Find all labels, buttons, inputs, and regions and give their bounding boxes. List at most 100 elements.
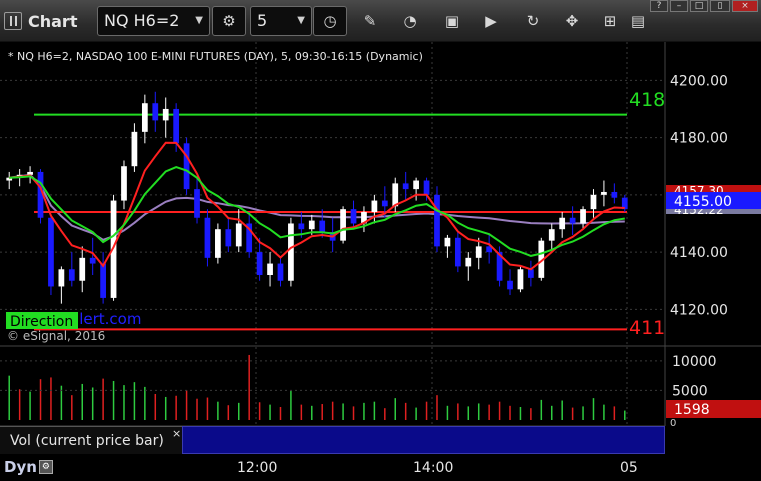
watermark-text: alert.com: [70, 310, 141, 328]
time-axis: Dyn ⚙ 12:00 14:00 05: [0, 454, 761, 481]
chart-canvas[interactable]: * NQ H6=2, NASDAQ 100 E-MINI FUTURES (DA…: [0, 42, 761, 426]
price-tick-label: 4180.00: [670, 131, 728, 147]
candle-body: [308, 220, 315, 230]
candle-body: [152, 103, 159, 121]
gear-icon: ⚙: [222, 12, 236, 30]
tools-icon[interactable]: ✥: [560, 10, 584, 32]
candle-body: [569, 217, 576, 224]
refresh-icon[interactable]: ↻: [521, 10, 545, 32]
volume-badge: 1598: [674, 402, 710, 418]
candle-body: [235, 223, 242, 247]
candle-body: [225, 229, 232, 247]
candle-body: [194, 189, 200, 218]
app-title: Chart: [28, 11, 78, 31]
watermark-label: Direction: [10, 314, 73, 330]
chevron-down-icon: ▼: [195, 15, 203, 26]
window-tile-button[interactable]: ▯: [710, 0, 730, 12]
candle-body: [548, 229, 555, 241]
candle-body: [131, 131, 138, 167]
window-grip-icon[interactable]: [4, 12, 22, 30]
candle-body: [423, 180, 430, 195]
window-minimize-button[interactable]: –: [670, 0, 688, 12]
candle-body: [319, 220, 326, 233]
close-icon[interactable]: ×: [172, 427, 181, 440]
volume-tick-label: 10000: [672, 354, 717, 370]
candle-body: [68, 269, 75, 281]
candle-body: [204, 217, 211, 258]
chart-header: * NQ H6=2, NASDAQ 100 E-MINI FUTURES (DA…: [8, 50, 423, 63]
candle-body: [413, 180, 419, 190]
candle-body: [434, 194, 440, 247]
symbol-settings-button[interactable]: ⚙: [212, 6, 246, 36]
candle-body: [611, 191, 618, 198]
interval-value: 5: [257, 11, 268, 30]
symbol-value: NQ H6=2: [104, 11, 180, 30]
candle-body: [590, 194, 597, 210]
study-gauge-icon[interactable]: ◔: [398, 10, 422, 32]
candle-body: [215, 229, 221, 258]
clock-icon: ◷: [323, 12, 337, 30]
candle-body: [517, 269, 524, 290]
candle-body: [277, 263, 284, 281]
watermark-text-suffix: alert.com: [70, 310, 141, 328]
candle-body: [350, 209, 357, 224]
price-tick-label: 4120.00: [670, 302, 728, 318]
dyn-settings-icon[interactable]: ⚙: [38, 460, 53, 474]
play-icon[interactable]: ▶: [479, 10, 503, 32]
volume-study-bar: Vol (current price bar) ×: [0, 426, 665, 454]
candle-body: [444, 237, 451, 247]
price-tick-label: 4200.00: [670, 73, 728, 89]
candle-body: [121, 166, 127, 201]
candle-body: [288, 223, 294, 281]
draw-pencil-icon[interactable]: ✎: [358, 10, 382, 32]
candle-body: [27, 171, 33, 175]
candle-body: [267, 263, 273, 276]
level-low-label: 411: [629, 317, 665, 339]
time-label: 12:00: [237, 460, 278, 476]
toolbar: Chart NQ H6=2 ▼ ⚙ 5 ▼ ◷ ✎ ◔ ▣ ▶ ↻ ✥ ⊞ ▤ …: [0, 0, 761, 42]
price-tick-label: 4140.00: [670, 245, 728, 261]
candle-body: [100, 263, 106, 298]
volume-zero-label: 0: [670, 418, 676, 426]
dynamic-toggle[interactable]: Dyn ⚙: [4, 458, 53, 476]
volume-study-label[interactable]: Vol (current price bar): [0, 426, 182, 454]
menu-icon[interactable]: ▤: [626, 10, 650, 32]
price-badge-current: 4155.00: [674, 194, 732, 210]
get-button-icon[interactable]: ▣: [440, 10, 464, 32]
candle-body: [48, 217, 54, 287]
candle-body: [580, 209, 586, 224]
window-close-button[interactable]: ×: [732, 0, 758, 12]
candle-body: [141, 103, 148, 132]
time-template-button[interactable]: ◷: [313, 6, 347, 36]
candle-body: [402, 183, 409, 190]
candle-body: [79, 257, 86, 281]
candle-body: [528, 269, 534, 278]
candle-body: [89, 257, 96, 264]
candle-body: [475, 246, 482, 258]
candle-body: [371, 200, 378, 213]
symbol-selector[interactable]: NQ H6=2 ▼: [97, 6, 210, 36]
candle-body: [392, 183, 399, 207]
candle-body: [559, 217, 566, 230]
copyright-text: © eSignal, 2016: [7, 329, 105, 343]
candle-body: [340, 209, 346, 241]
title-area: Chart: [4, 10, 77, 32]
link-icon[interactable]: ⊞: [598, 10, 622, 32]
candle-body: [256, 252, 263, 276]
candle-body: [183, 143, 190, 190]
candle-body: [454, 237, 461, 267]
level-high-label: 418: [629, 89, 665, 111]
candle-body: [465, 257, 472, 267]
candle-body: [58, 269, 65, 287]
dyn-label: Dyn: [4, 458, 37, 476]
time-label: 14:00: [413, 460, 454, 476]
window-restore-button[interactable]: ?: [650, 0, 668, 12]
interval-selector[interactable]: 5 ▼: [250, 6, 312, 36]
volume-tick-label: 5000: [672, 383, 708, 399]
candle-body: [507, 280, 513, 290]
candle-body: [173, 108, 180, 144]
window-maximize-button[interactable]: □: [690, 0, 708, 12]
chevron-down-icon: ▼: [297, 15, 305, 26]
volume-study-blank: [182, 426, 665, 454]
candle-body: [381, 200, 388, 207]
